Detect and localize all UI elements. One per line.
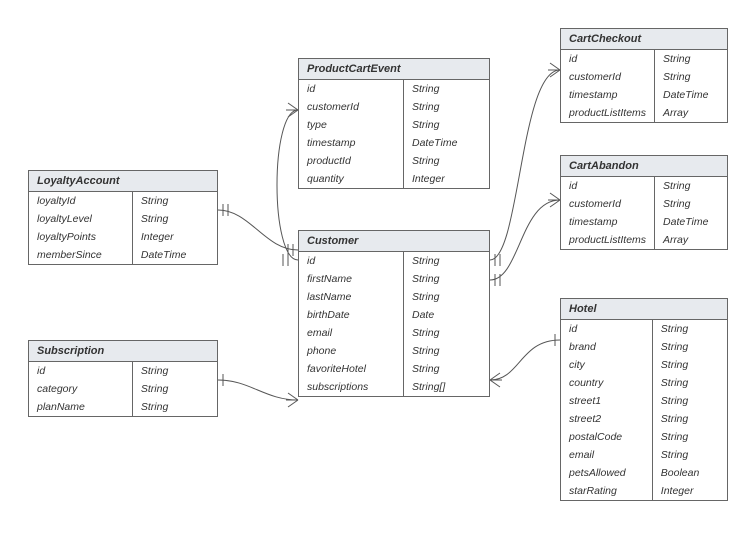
table-row: categoryString [29, 380, 217, 398]
entity-loyalty-account: LoyaltyAccount loyaltyIdString loyaltyLe… [28, 170, 218, 265]
table-row: customerIdString [561, 195, 727, 213]
table-row: firstNameString [299, 270, 489, 288]
table-row: timestampDateTime [299, 134, 489, 152]
entity-title: CartCheckout [561, 29, 727, 50]
table-row: idString [299, 80, 489, 98]
table-row: starRatingInteger [561, 482, 727, 500]
table-row: loyaltyIdString [29, 192, 217, 210]
table-row: subscriptionsString[] [299, 378, 489, 396]
entity-fields: idString categoryString planNameString [29, 362, 217, 416]
entity-fields: loyaltyIdString loyaltyLevelString loyal… [29, 192, 217, 264]
entity-title: Customer [299, 231, 489, 252]
table-row: petsAllowedBoolean [561, 464, 727, 482]
entity-cart-checkout: CartCheckout idString customerIdString t… [560, 28, 728, 123]
entity-subscription: Subscription idString categoryString pla… [28, 340, 218, 417]
entity-title: LoyaltyAccount [29, 171, 217, 192]
table-row: idString [299, 252, 489, 270]
entity-customer: Customer idString firstNameString lastNa… [298, 230, 490, 397]
entity-title: ProductCartEvent [299, 59, 489, 80]
table-row: productListItemsArray [561, 231, 727, 249]
table-row: street1String [561, 392, 727, 410]
table-row: loyaltyPointsInteger [29, 228, 217, 246]
table-row: street2String [561, 410, 727, 428]
table-row: productListItemsArray [561, 104, 727, 122]
table-row: memberSinceDateTime [29, 246, 217, 264]
table-row: lastNameString [299, 288, 489, 306]
table-row: brandString [561, 338, 727, 356]
entity-title: Subscription [29, 341, 217, 362]
table-row: idString [561, 50, 727, 68]
table-row: emailString [561, 446, 727, 464]
table-row: idString [561, 320, 727, 338]
table-row: idString [29, 362, 217, 380]
table-row: timestampDateTime [561, 86, 727, 104]
table-row: phoneString [299, 342, 489, 360]
entity-fields: idString customerIdString typeString tim… [299, 80, 489, 188]
table-row: postalCodeString [561, 428, 727, 446]
table-row: planNameString [29, 398, 217, 416]
table-row: favoriteHotelString [299, 360, 489, 378]
er-diagram-canvas: LoyaltyAccount loyaltyIdString loyaltyLe… [0, 0, 750, 546]
entity-product-cart-event: ProductCartEvent idString customerIdStri… [298, 58, 490, 189]
table-row: productIdString [299, 152, 489, 170]
entity-title: CartAbandon [561, 156, 727, 177]
table-row: loyaltyLevelString [29, 210, 217, 228]
table-row: typeString [299, 116, 489, 134]
entity-fields: idString customerIdString timestampDateT… [561, 177, 727, 249]
entity-hotel: Hotel idString brandString cityString co… [560, 298, 728, 501]
entity-fields: idString brandString cityString countryS… [561, 320, 727, 500]
entity-cart-abandon: CartAbandon idString customerIdString ti… [560, 155, 728, 250]
table-row: emailString [299, 324, 489, 342]
table-row: customerIdString [561, 68, 727, 86]
table-row: timestampDateTime [561, 213, 727, 231]
table-row: countryString [561, 374, 727, 392]
table-row: quantityInteger [299, 170, 489, 188]
table-row: customerIdString [299, 98, 489, 116]
entity-title: Hotel [561, 299, 727, 320]
entity-fields: idString customerIdString timestampDateT… [561, 50, 727, 122]
entity-fields: idString firstNameString lastNameString … [299, 252, 489, 396]
table-row: birthDateDate [299, 306, 489, 324]
table-row: cityString [561, 356, 727, 374]
table-row: idString [561, 177, 727, 195]
